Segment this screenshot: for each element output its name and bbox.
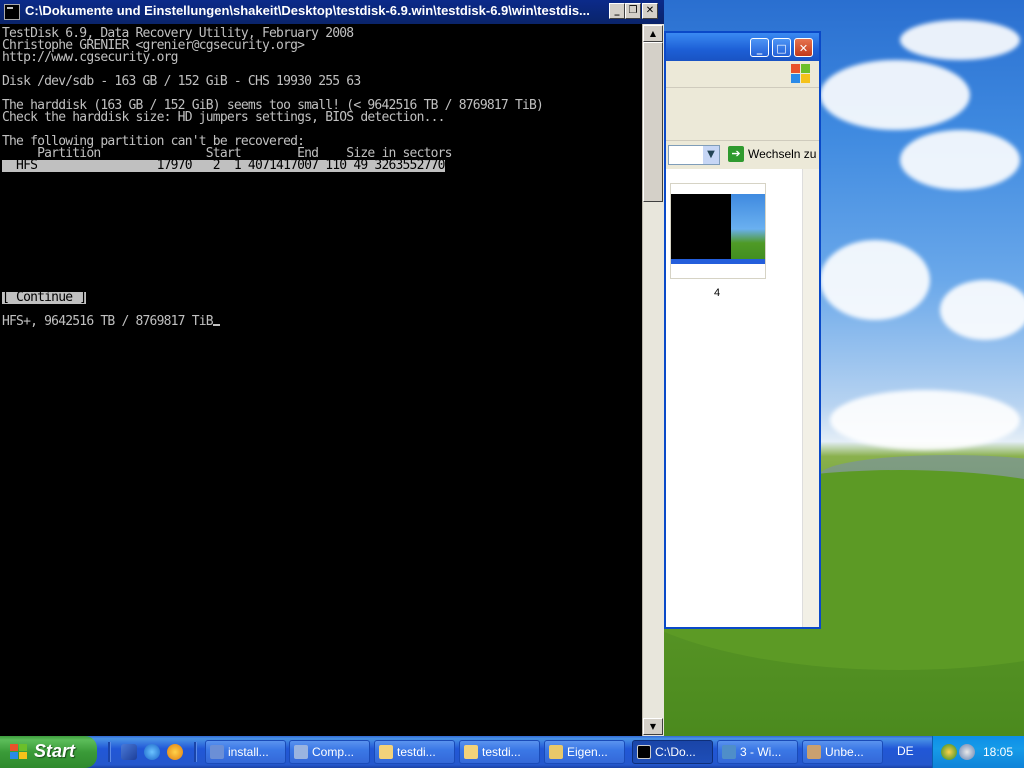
close-button[interactable]: ✕ xyxy=(794,38,813,57)
paint-icon xyxy=(807,745,821,759)
text-cursor xyxy=(212,324,220,326)
status-line: HFS+, 9642516 TB / 8769817 TiB xyxy=(2,314,220,329)
quicklaunch-separator xyxy=(108,742,111,762)
console-window[interactable]: C:\Dokumente und Einstellungen\shakeit\D… xyxy=(0,0,664,736)
system-tray: 18:05 xyxy=(932,736,1024,768)
address-bar: ▼ ➔ Wechseln zu xyxy=(666,141,819,170)
taskbar-button-label: Eigen... xyxy=(567,745,608,759)
restore-button[interactable]: ❐ xyxy=(625,3,641,19)
partition-row[interactable]: HFS 17970 2 1 4071417007 110 49 32635527… xyxy=(2,159,445,172)
maximize-button[interactable]: □ xyxy=(772,38,791,57)
start-label: Start xyxy=(34,741,76,761)
arrow-right-icon: ➔ xyxy=(728,146,744,162)
taskbar-button-computer[interactable]: Comp... xyxy=(289,740,370,764)
computer-icon xyxy=(294,745,308,759)
scroll-up-icon[interactable]: ▲ xyxy=(643,25,663,42)
taskbar-button-install[interactable]: install... xyxy=(205,740,286,764)
address-input[interactable]: ▼ xyxy=(668,145,720,165)
taskbar-button-label: Unbe... xyxy=(825,745,864,759)
explorer-toolbar xyxy=(666,88,819,141)
go-button[interactable]: ➔ Wechseln zu xyxy=(728,146,816,162)
console-titlebar[interactable]: C:\Dokumente und Einstellungen\shakeit\D… xyxy=(0,0,664,24)
internet-explorer-icon[interactable] xyxy=(144,744,160,760)
taskbar-button-label: install... xyxy=(228,745,269,759)
language-indicator[interactable]: DE xyxy=(897,744,914,758)
disk-info: Disk /dev/sdb - 163 GB / 152 GiB - CHS 1… xyxy=(2,74,361,89)
image-thumbnail[interactable] xyxy=(670,183,766,279)
taskbar-button-label: Comp... xyxy=(312,745,355,759)
explorer-window[interactable]: _ □ ✕ ▼ ➔ Wechseln zu 4 xyxy=(664,31,821,629)
window-icon xyxy=(210,745,224,759)
explorer-scrollbar[interactable] xyxy=(802,169,819,627)
windows-logo-icon xyxy=(10,744,28,760)
taskbar-button-image-viewer[interactable]: 3 - Wi... xyxy=(717,740,798,764)
network-icon[interactable] xyxy=(941,744,957,760)
taskbar-button-label: C:\Do... xyxy=(655,745,696,759)
minimize-button[interactable]: _ xyxy=(609,3,625,19)
continue-button[interactable]: [ Continue ] xyxy=(2,291,87,304)
console-icon xyxy=(637,745,651,759)
start-button[interactable]: Start xyxy=(0,736,97,768)
taskbar-button-paint[interactable]: Unbe... xyxy=(802,740,883,764)
scroll-down-icon[interactable]: ▼ xyxy=(643,718,663,735)
taskbar: Start install... Comp... testdi... testd… xyxy=(0,736,1024,768)
file-view: 4 xyxy=(666,169,803,627)
show-desktop-icon[interactable] xyxy=(121,744,137,760)
thumbnail-label[interactable]: 4 xyxy=(670,287,764,299)
volume-icon[interactable] xyxy=(959,744,975,760)
console-title: C:\Dokumente und Einstellungen\shakeit\D… xyxy=(25,3,590,18)
explorer-menubar xyxy=(666,61,819,88)
taskbar-button-label: 3 - Wi... xyxy=(740,745,782,759)
taskbar-button-label: testdi... xyxy=(397,745,436,759)
taskbar-button-properties[interactable]: Eigen... xyxy=(544,740,625,764)
close-button[interactable]: ✕ xyxy=(642,3,658,19)
quicklaunch-separator xyxy=(194,742,197,762)
taskbar-button-label: testdi... xyxy=(482,745,521,759)
go-button-label: Wechseln zu xyxy=(748,147,817,161)
media-player-icon[interactable] xyxy=(167,744,183,760)
taskbar-button-testdisk-folder[interactable]: testdi... xyxy=(374,740,455,764)
chevron-down-icon[interactable]: ▼ xyxy=(703,146,719,164)
console-scrollbar[interactable]: ▲ ▼ xyxy=(642,24,664,736)
hint-line: Check the harddisk size: HD jumpers sett… xyxy=(2,110,445,125)
windows-logo-icon xyxy=(791,64,811,84)
folder-icon xyxy=(464,745,478,759)
picture-icon xyxy=(722,745,736,759)
status-text: HFS+, 9642516 TB / 8769817 TiB xyxy=(2,314,214,329)
taskbar-button-console[interactable]: C:\Do... xyxy=(632,740,713,764)
terminal-output[interactable]: TestDisk 6.9, Data Recovery Utility, Feb… xyxy=(0,24,642,736)
explorer-titlebar[interactable]: _ □ ✕ xyxy=(666,33,819,61)
minimize-button[interactable]: _ xyxy=(750,38,769,57)
properties-icon xyxy=(549,745,563,759)
folder-icon xyxy=(379,745,393,759)
console-icon[interactable] xyxy=(4,4,20,20)
clock[interactable]: 18:05 xyxy=(983,745,1013,759)
taskbar-button-testdisk-folder-2[interactable]: testdi... xyxy=(459,740,540,764)
website-line: http://www.cgsecurity.org xyxy=(2,50,178,65)
scroll-thumb[interactable] xyxy=(643,42,663,202)
